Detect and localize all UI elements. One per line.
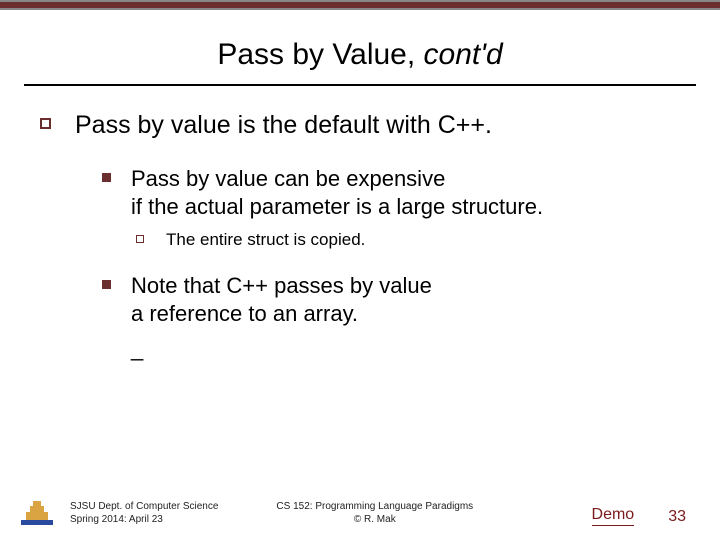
footer-course: CS 152: Programming Language Paradigms ©… — [276, 500, 473, 526]
lvl2a-line1: Pass by value can be expensive — [131, 165, 543, 193]
solid-square-bullet-icon — [102, 173, 111, 182]
lvl2b-text: Note that C++ passes by value a referenc… — [131, 272, 432, 363]
title-italic: cont'd — [424, 38, 503, 71]
lvl3-text: The entire struct is copied. — [166, 230, 365, 250]
solid-square-bullet-icon — [102, 280, 111, 289]
slide-title-block: Pass by Value, cont'd — [0, 10, 720, 78]
bullet-level2: Note that C++ passes by value a referenc… — [102, 272, 680, 363]
lvl1-text: Pass by value is the default with C++. — [75, 110, 492, 141]
sjsu-logo-icon — [20, 498, 54, 526]
lvl2a-line2: if the actual parameter is a large struc… — [131, 193, 543, 221]
footer-dept: SJSU Dept. of Computer Science Spring 20… — [70, 500, 218, 526]
level2-group: Pass by value can be expensive if the ac… — [102, 165, 680, 363]
content-area: Pass by value is the default with C++. P… — [0, 86, 720, 363]
demo-link[interactable]: Demo — [592, 506, 635, 526]
bullet-level3: The entire struct is copied. — [136, 230, 680, 250]
dept-line1: SJSU Dept. of Computer Science — [70, 500, 218, 513]
page-number: 33 — [668, 508, 686, 526]
lvl2b-line2: a reference to an array. — [131, 300, 432, 328]
title-main: Pass by Value, — [217, 38, 423, 71]
bullet-level1: Pass by value is the default with C++. — [40, 110, 680, 141]
open-square-small-bullet-icon — [136, 235, 144, 243]
lvl2a-text: Pass by value can be expensive if the ac… — [131, 165, 543, 220]
course-line2: © R. Mak — [276, 513, 473, 526]
underscore: _ — [131, 335, 432, 363]
open-square-bullet-icon — [40, 118, 51, 129]
slide-title: Pass by Value, cont'd — [40, 38, 680, 72]
accent-bar — [0, 0, 720, 10]
dept-line2: Spring 2014: April 23 — [70, 513, 218, 526]
footer: SJSU Dept. of Computer Science Spring 20… — [0, 498, 720, 526]
lvl2b-line1: Note that C++ passes by value — [131, 272, 432, 300]
level3-group: The entire struct is copied. — [136, 230, 680, 250]
course-line1: CS 152: Programming Language Paradigms — [276, 500, 473, 513]
bullet-level2: Pass by value can be expensive if the ac… — [102, 165, 680, 220]
